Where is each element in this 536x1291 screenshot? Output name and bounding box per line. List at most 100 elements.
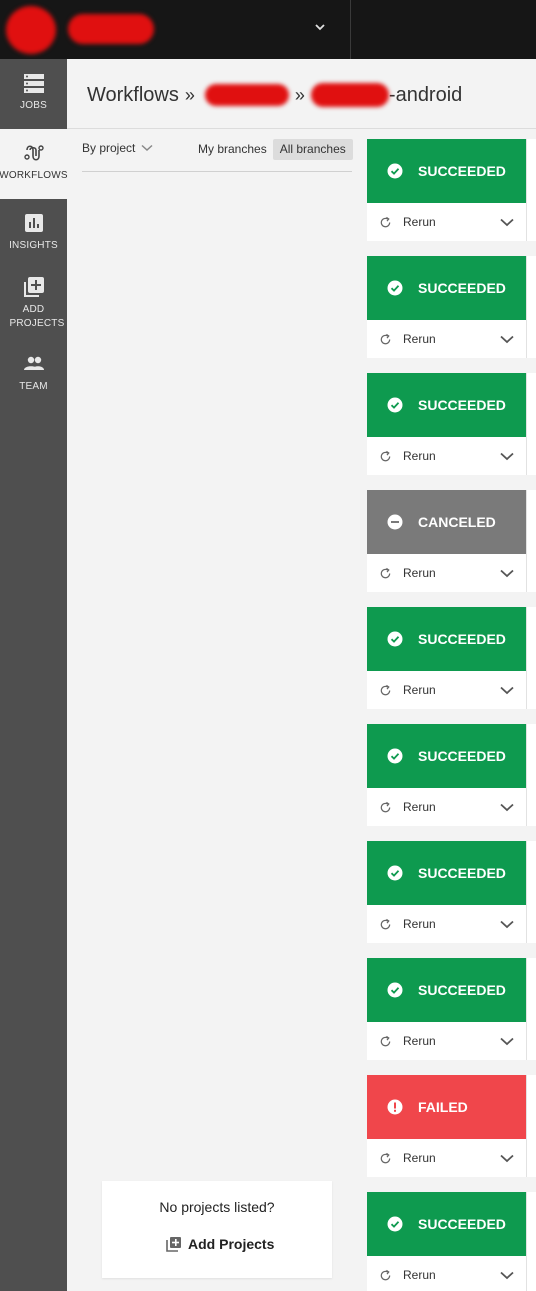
chevron-down-icon[interactable] <box>500 452 514 461</box>
jobs-icon <box>23 74 44 93</box>
chevron-down-icon[interactable] <box>500 569 514 578</box>
branch-filter-toggle: My branches All branches <box>194 139 353 160</box>
chevron-down-icon[interactable] <box>500 1154 514 1163</box>
workflow-actions-bar: Rerun <box>367 203 526 241</box>
sidebar-item-label: WORKFLOWS <box>0 170 68 181</box>
add-projects-icon <box>166 1237 181 1252</box>
workflow-status-badge[interactable]: SUCCEEDED <box>367 607 526 671</box>
workflow-status-badge[interactable]: SUCCEEDED <box>367 373 526 437</box>
workflow-status-label: SUCCEEDED <box>418 163 506 179</box>
chevron-down-icon[interactable] <box>313 20 327 34</box>
card-overflow-panel <box>527 373 536 475</box>
chevron-down-icon[interactable] <box>500 686 514 695</box>
rerun-icon <box>380 333 391 344</box>
org-switcher[interactable] <box>0 0 351 59</box>
workflow-actions-bar: Rerun <box>367 320 526 358</box>
workflow-run-list: SUCCEEDED Rerun SUCCEEDED Rerun SUCCEEDE… <box>367 139 536 1291</box>
rerun-button[interactable]: Rerun <box>403 332 436 346</box>
page-title[interactable]: Workflows <box>87 84 179 107</box>
chevron-down-icon[interactable] <box>500 335 514 344</box>
rerun-icon <box>380 918 391 929</box>
sidebar-item-workflows[interactable]: WORKFLOWS <box>0 129 68 199</box>
sidebar-item-add-projects[interactable]: ADD PROJECTS <box>0 267 67 339</box>
add-projects-button[interactable]: Add Projects <box>166 1236 274 1252</box>
sidebar-item-insights[interactable]: INSIGHTS <box>0 199 67 261</box>
workflow-run-card: SUCCEEDED Rerun <box>367 607 536 709</box>
check-circle-icon <box>387 748 403 764</box>
workflow-actions-bar: Rerun <box>367 554 526 592</box>
card-overflow-panel <box>527 607 536 709</box>
workflow-status-badge[interactable]: SUCCEEDED <box>367 1192 526 1256</box>
breadcrumb-separator: » <box>294 84 305 105</box>
sidebar: JOBS WORKFLOWS INSIGHTS ADD PROJECTS TEA… <box>0 59 68 1291</box>
rerun-button[interactable]: Rerun <box>403 566 436 580</box>
workflow-actions-bar: Rerun <box>367 1256 526 1291</box>
check-circle-icon <box>387 1216 403 1232</box>
workflow-status-label: SUCCEEDED <box>418 982 506 998</box>
rerun-button[interactable]: Rerun <box>403 449 436 463</box>
breadcrumb-org-redacted[interactable] <box>204 84 289 106</box>
rerun-button[interactable]: Rerun <box>403 1151 436 1165</box>
add-projects-label: Add Projects <box>188 1236 275 1252</box>
workflow-run-card: CANCELED Rerun <box>367 490 536 592</box>
empty-projects-card: No projects listed? Add Projects <box>102 1181 332 1278</box>
all-branches-option[interactable]: All branches <box>272 139 353 160</box>
chevron-down-icon[interactable] <box>500 920 514 929</box>
card-overflow-panel <box>527 958 536 1060</box>
rerun-icon <box>380 1269 391 1280</box>
chevron-down-icon[interactable] <box>500 218 514 227</box>
team-icon <box>23 356 44 370</box>
sidebar-item-team[interactable]: TEAM <box>0 342 67 402</box>
by-project-dropdown[interactable]: By project <box>82 141 153 155</box>
check-circle-icon <box>387 280 403 296</box>
insights-icon <box>24 214 43 232</box>
chevron-down-icon[interactable] <box>500 803 514 812</box>
sidebar-item-label: TEAM <box>19 381 48 392</box>
workflow-status-badge[interactable]: SUCCEEDED <box>367 139 526 203</box>
rerun-button[interactable]: Rerun <box>403 800 436 814</box>
add-projects-icon <box>23 277 44 297</box>
rerun-icon <box>380 450 391 461</box>
breadcrumb-project-suffix[interactable]: -android <box>389 84 462 107</box>
rerun-button[interactable]: Rerun <box>403 1034 436 1048</box>
rerun-button[interactable]: Rerun <box>403 215 436 229</box>
workflow-status-label: SUCCEEDED <box>418 865 506 881</box>
my-branches-option[interactable]: My branches <box>194 139 271 160</box>
workflow-status-badge[interactable]: FAILED <box>367 1075 526 1139</box>
workflow-status-badge[interactable]: SUCCEEDED <box>367 841 526 905</box>
minus-circle-icon <box>387 514 403 530</box>
top-bar <box>0 0 536 59</box>
rerun-button[interactable]: Rerun <box>403 917 436 931</box>
workflow-run-card: SUCCEEDED Rerun <box>367 256 536 358</box>
workflow-status-badge[interactable]: SUCCEEDED <box>367 724 526 788</box>
workflow-run-card: SUCCEEDED Rerun <box>367 958 536 1060</box>
workflow-actions-bar: Rerun <box>367 1139 526 1177</box>
workflow-status-label: SUCCEEDED <box>418 748 506 764</box>
sidebar-item-label: ADD PROJECTS <box>9 304 65 329</box>
chevron-down-icon[interactable] <box>500 1271 514 1280</box>
check-circle-icon <box>387 982 403 998</box>
workflow-run-card: FAILED Rerun <box>367 1075 536 1177</box>
rerun-icon <box>380 567 391 578</box>
breadcrumb-project-redacted[interactable] <box>310 83 389 107</box>
check-circle-icon <box>387 865 403 881</box>
chevron-down-icon[interactable] <box>500 1037 514 1046</box>
rerun-button[interactable]: Rerun <box>403 1268 436 1282</box>
workflow-actions-bar: Rerun <box>367 905 526 943</box>
workflow-run-card: SUCCEEDED Rerun <box>367 841 536 943</box>
sidebar-item-jobs[interactable]: JOBS <box>0 59 67 129</box>
chevron-down-icon <box>141 144 153 152</box>
workflow-status-badge[interactable]: CANCELED <box>367 490 526 554</box>
workflow-status-badge[interactable]: SUCCEEDED <box>367 958 526 1022</box>
workflow-status-badge[interactable]: SUCCEEDED <box>367 256 526 320</box>
card-overflow-panel <box>527 1075 536 1177</box>
rerun-icon <box>380 1152 391 1163</box>
check-circle-icon <box>387 631 403 647</box>
rerun-button[interactable]: Rerun <box>403 683 436 697</box>
workflow-actions-bar: Rerun <box>367 671 526 709</box>
workflow-actions-bar: Rerun <box>367 437 526 475</box>
empty-projects-message: No projects listed? <box>159 1199 275 1215</box>
card-overflow-panel <box>527 1192 536 1291</box>
rerun-icon <box>380 216 391 227</box>
workflows-icon <box>23 145 44 161</box>
